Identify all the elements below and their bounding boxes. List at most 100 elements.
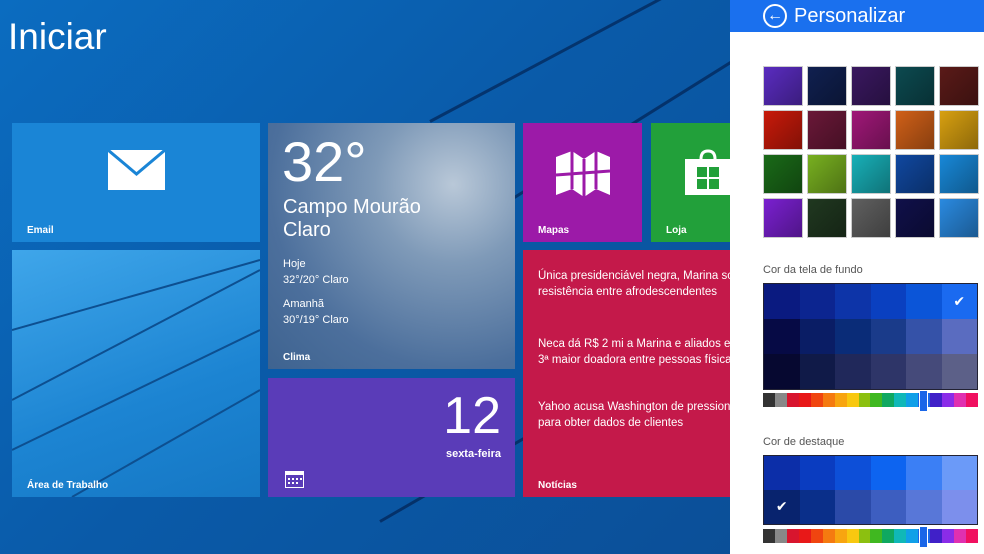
hue-segment[interactable] — [810, 529, 823, 543]
hue-segment[interactable] — [798, 529, 811, 543]
background-pattern-thumb[interactable] — [939, 154, 979, 194]
accent-color-swatch[interactable] — [870, 490, 906, 524]
accent-color-swatch[interactable] — [835, 490, 871, 524]
tile-desktop[interactable]: Área de Trabalho — [12, 250, 260, 497]
background-color-swatch[interactable] — [941, 354, 977, 389]
accent-color-swatch[interactable]: ✔ — [764, 490, 800, 524]
accent-color-swatch[interactable] — [764, 456, 800, 490]
background-pattern-thumb[interactable] — [851, 198, 891, 238]
background-color-swatch[interactable] — [799, 319, 835, 354]
background-color-swatch[interactable] — [870, 354, 906, 389]
background-pattern-thumb[interactable] — [895, 66, 935, 106]
hue-segment[interactable] — [786, 529, 799, 543]
background-pattern-thumb[interactable] — [895, 154, 935, 194]
background-color-swatch[interactable] — [870, 284, 906, 319]
hue-segment[interactable] — [942, 393, 954, 407]
background-pattern-thumb[interactable] — [763, 110, 803, 150]
hue-segment[interactable] — [870, 393, 883, 407]
background-pattern-thumb[interactable] — [763, 66, 803, 106]
background-color-swatch[interactable] — [906, 284, 942, 319]
hue-segment[interactable] — [894, 393, 907, 407]
accent-color-swatch[interactable] — [835, 456, 871, 490]
background-color-swatch[interactable] — [941, 319, 977, 354]
accent-color-swatch[interactable] — [870, 456, 906, 490]
background-pattern-thumb[interactable] — [939, 198, 979, 238]
hue-segment[interactable] — [942, 529, 954, 543]
background-pattern-thumb[interactable] — [939, 66, 979, 106]
hue-segment[interactable] — [906, 393, 919, 407]
hue-segment[interactable] — [810, 393, 823, 407]
accent-color-swatch[interactable] — [799, 490, 835, 524]
background-pattern-thumb[interactable] — [851, 154, 891, 194]
hue-segment[interactable] — [822, 393, 835, 407]
background-color-swatch[interactable] — [799, 284, 835, 319]
background-color-swatch[interactable] — [764, 319, 800, 354]
hue-segment[interactable] — [822, 529, 835, 543]
background-color-swatch[interactable]: ✔ — [941, 284, 977, 319]
hue-segment[interactable] — [930, 529, 943, 543]
background-color-swatch[interactable] — [835, 354, 871, 389]
background-color-swatch[interactable] — [906, 319, 942, 354]
background-hue-slider-thumb[interactable] — [919, 390, 928, 412]
background-pattern-thumb[interactable] — [807, 198, 847, 238]
hue-segment[interactable] — [930, 393, 943, 407]
hue-segment[interactable] — [858, 529, 871, 543]
background-pattern-thumb[interactable] — [807, 110, 847, 150]
accent-hue-slider[interactable] — [763, 529, 978, 543]
tile-label: Área de Trabalho — [27, 480, 109, 491]
hue-segment[interactable] — [846, 529, 859, 543]
background-pattern-thumb[interactable] — [807, 154, 847, 194]
hue-segment[interactable] — [870, 529, 883, 543]
background-color-swatch[interactable] — [799, 354, 835, 389]
tile-calendar[interactable]: 12 sexta-feira — [268, 378, 515, 497]
hue-segment[interactable] — [774, 393, 787, 407]
hue-segment[interactable] — [906, 529, 919, 543]
news-headline-2: Neca dá R$ 2 mi a Marina e aliados e é 3ª… — [538, 338, 730, 366]
background-pattern-thumb[interactable] — [895, 110, 935, 150]
accent-hue-slider-thumb[interactable] — [919, 526, 928, 548]
hue-segment[interactable] — [834, 393, 847, 407]
hue-segment[interactable] — [763, 529, 775, 543]
hue-segment[interactable] — [954, 393, 966, 407]
panel-header: ← Personalizar — [730, 0, 984, 32]
hue-segment[interactable] — [965, 393, 978, 407]
tile-email[interactable]: Email — [12, 123, 260, 242]
accent-color-swatch[interactable] — [799, 456, 835, 490]
hue-segment[interactable] — [763, 393, 775, 407]
tile-store[interactable]: Loja — [651, 123, 730, 242]
accent-color-swatch[interactable] — [941, 490, 977, 524]
hue-segment[interactable] — [882, 529, 895, 543]
background-pattern-thumb[interactable] — [895, 198, 935, 238]
accent-color-swatch[interactable] — [906, 490, 942, 524]
hue-segment[interactable] — [774, 529, 787, 543]
hue-segment[interactable] — [858, 393, 871, 407]
accent-color-swatch[interactable] — [941, 456, 977, 490]
background-color-swatch[interactable] — [835, 319, 871, 354]
hue-segment[interactable] — [882, 393, 895, 407]
background-hue-slider[interactable] — [763, 393, 978, 407]
background-pattern-thumb[interactable] — [851, 110, 891, 150]
accent-color-swatch[interactable] — [906, 456, 942, 490]
background-color-swatch[interactable] — [764, 354, 800, 389]
background-color-swatch[interactable] — [764, 284, 800, 319]
hue-segment[interactable] — [846, 393, 859, 407]
hue-segment[interactable] — [798, 393, 811, 407]
tile-weather[interactable]: 32° Campo Mourão Claro Hoje 32°/20° Clar… — [268, 123, 515, 369]
background-color-swatch[interactable] — [870, 319, 906, 354]
background-color-swatch[interactable] — [835, 284, 871, 319]
background-color-swatch[interactable] — [906, 354, 942, 389]
tile-maps[interactable]: Mapas — [523, 123, 642, 242]
hue-segment[interactable] — [954, 529, 966, 543]
tile-news[interactable]: Única presidenciável negra, Marina sofre… — [523, 250, 730, 497]
background-pattern-thumb[interactable] — [763, 154, 803, 194]
hue-segment[interactable] — [786, 393, 799, 407]
background-pattern-thumb[interactable] — [851, 66, 891, 106]
back-arrow-icon[interactable]: ← — [763, 4, 787, 28]
background-pattern-thumb[interactable] — [807, 66, 847, 106]
weather-city: Campo Mourão — [283, 196, 421, 218]
hue-segment[interactable] — [965, 529, 978, 543]
background-pattern-thumb[interactable] — [939, 110, 979, 150]
background-pattern-thumb[interactable] — [763, 198, 803, 238]
hue-segment[interactable] — [834, 529, 847, 543]
hue-segment[interactable] — [894, 529, 907, 543]
